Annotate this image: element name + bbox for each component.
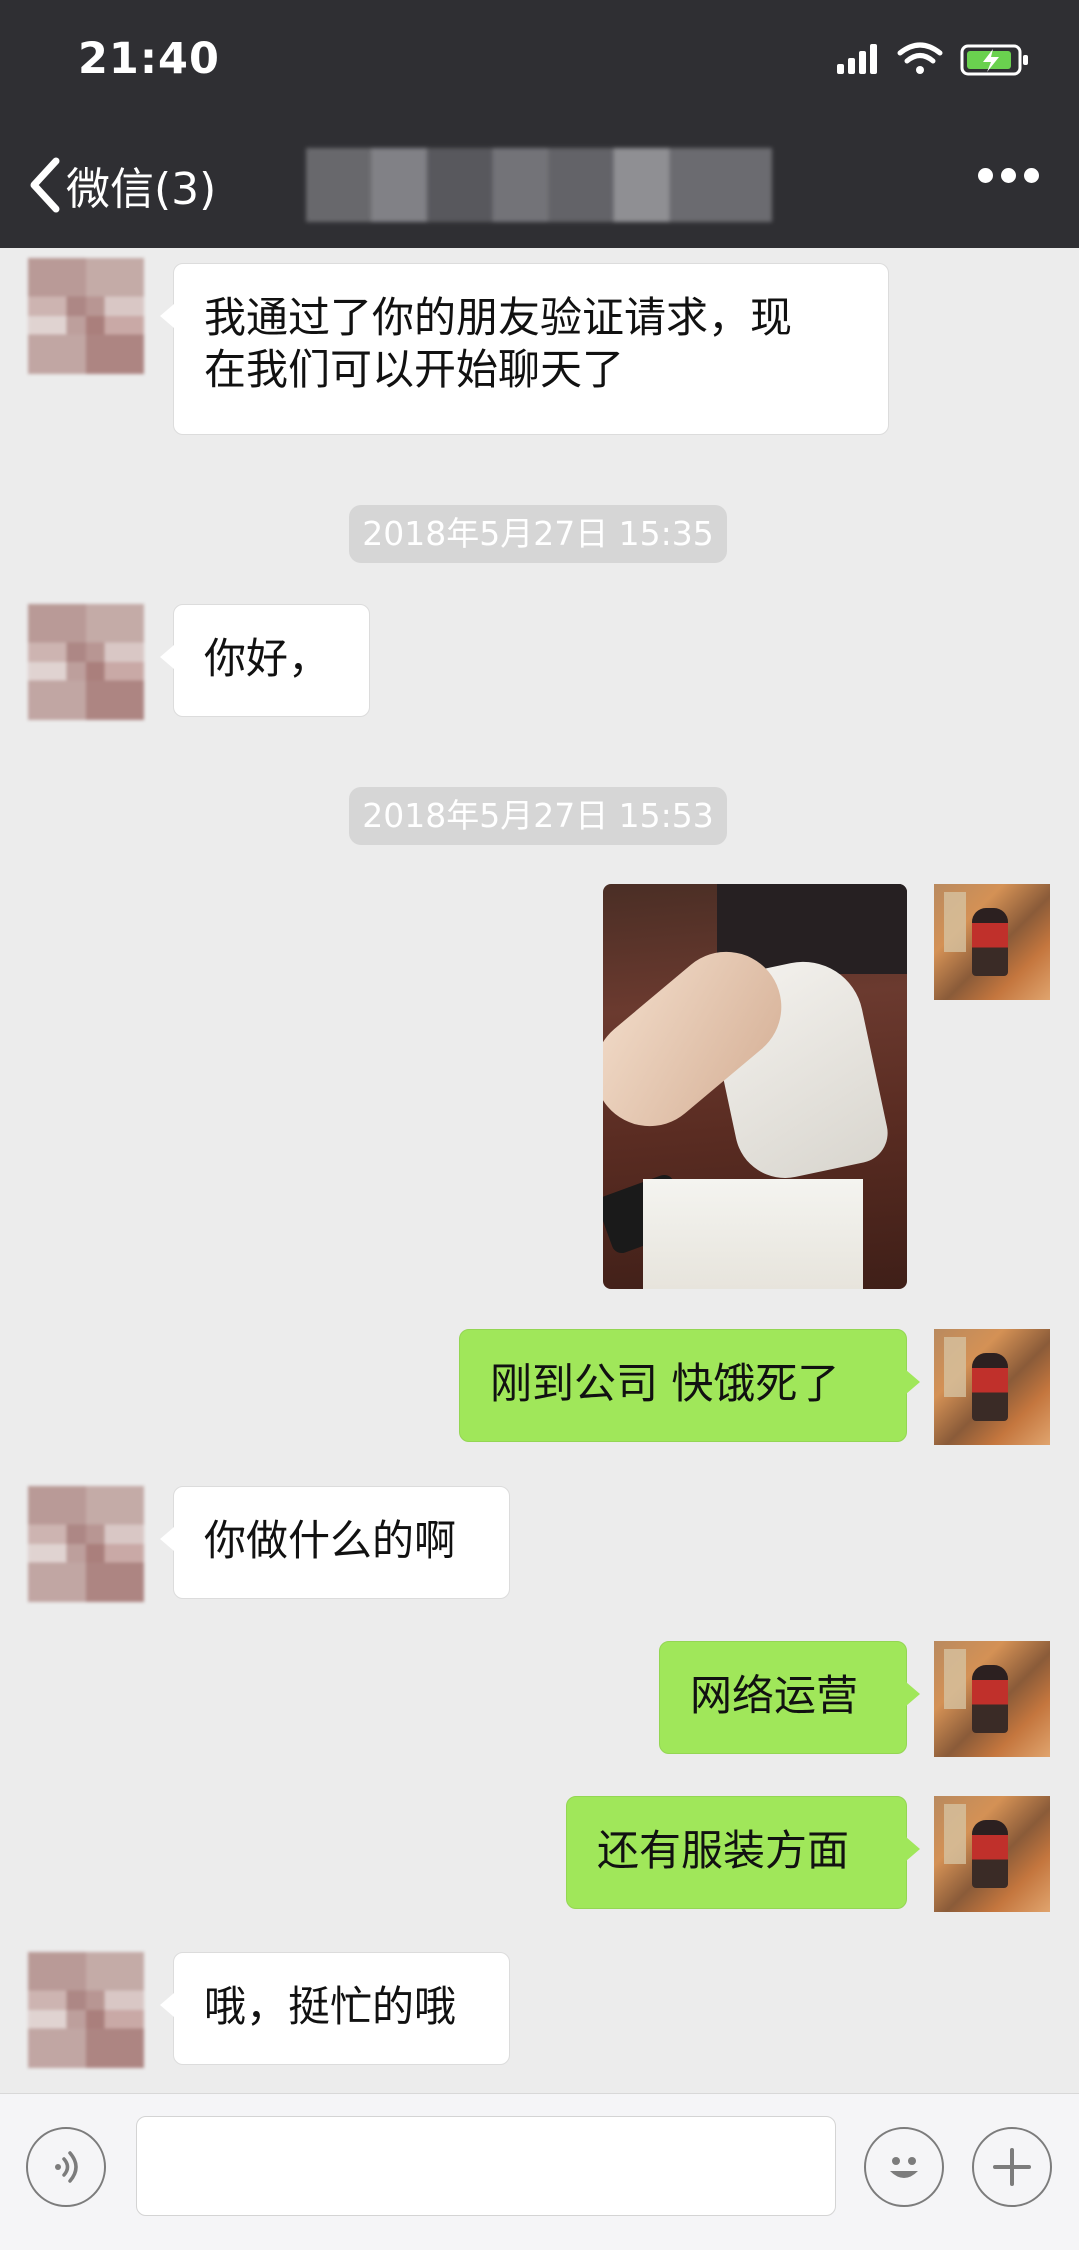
message-bubble-outgoing[interactable]: 刚到公司 快饿死了 [459,1329,920,1442]
message-bubble-outgoing[interactable]: 还有服装方面 [566,1796,920,1909]
message-bubble-incoming[interactable]: 你好， [160,604,370,717]
input-bar [0,2093,1079,2250]
contact-avatar[interactable] [28,258,144,374]
message-timestamp: 2018年5月27日 15:53 [349,787,727,845]
voice-icon [55,2151,78,2183]
message-input[interactable] [136,2116,836,2216]
status-icons [837,40,1037,80]
plus-button[interactable] [972,2127,1052,2207]
wifi-icon [897,42,943,74]
message-line: 在我们可以开始聊天了 [204,345,625,394]
my-avatar[interactable] [934,884,1050,1000]
signal-icon [837,44,877,74]
message-timestamp: 2018年5月27日 15:35 [349,505,727,563]
emoji-button[interactable] [864,2127,944,2207]
message-bubble-incoming[interactable]: 哦，挺忙的哦 [160,1952,510,2065]
message-bubble-incoming[interactable]: 我通过了你的朋友验证请求，现 在我们可以开始聊天了 [160,263,889,435]
message-bubble-outgoing[interactable]: 网络运营 [659,1641,920,1754]
contact-avatar[interactable] [28,1952,144,2068]
more-icon-dot [1024,168,1039,183]
voice-button[interactable] [26,2127,106,2207]
chat-header: 21:40 微信(3) [0,0,1079,248]
image-message[interactable] [603,884,907,1289]
my-avatar[interactable] [934,1796,1050,1912]
plus-icon [993,2148,1031,2186]
battery-charging-icon [960,44,1028,76]
chat-title-obscured [306,148,772,222]
back-button[interactable]: 微信(3) [28,150,216,220]
message-line: 我通过了你的朋友验证请求，现 [204,293,793,342]
message-bubble-incoming[interactable]: 你做什么的啊 [160,1486,510,1599]
more-icon-dot [1001,168,1016,183]
my-avatar[interactable] [934,1641,1050,1757]
chevron-left-icon [30,157,60,213]
photo-legs [643,1179,863,1289]
emoji-icon [890,2157,918,2178]
my-avatar[interactable] [934,1329,1050,1445]
status-time: 21:40 [78,34,220,84]
more-icon [978,168,993,183]
contact-avatar[interactable] [28,604,144,720]
back-label: 微信(3) [66,164,217,215]
contact-avatar[interactable] [28,1486,144,1602]
more-button[interactable] [970,168,1039,187]
